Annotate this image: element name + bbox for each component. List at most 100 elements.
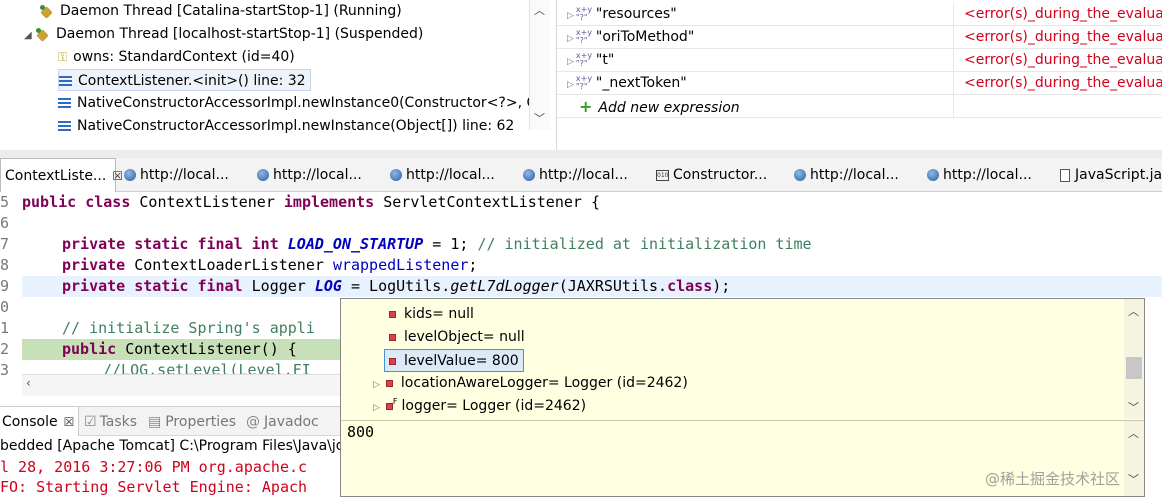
scrollbar-thumb[interactable] — [1126, 357, 1142, 379]
thread-row-suspended[interactable]: ◢ Daemon Thread [localhost-startStop-1] (… — [24, 23, 423, 45]
thread-label: Daemon Thread [localhost-startStop-1] (S… — [56, 26, 424, 42]
expression-value: <error(s)_during_the_evaluatio — [953, 72, 1162, 95]
variable-row[interactable]: kids= null — [389, 303, 474, 326]
globe-icon — [523, 169, 535, 181]
globe-icon — [124, 169, 136, 181]
properties-icon: ▤ — [148, 414, 162, 430]
scroll-down-icon[interactable]: ﹀ — [534, 110, 545, 126]
tab-http-5[interactable]: http://local... — [790, 158, 899, 192]
private-field-icon — [385, 379, 393, 387]
tab-http-2[interactable]: http://local... — [253, 158, 362, 192]
editor-horizontal-scrollbar[interactable]: ‹ — [22, 374, 340, 396]
tab-tasks[interactable]: ☑ Tasks — [84, 407, 137, 437]
watch-expression-icon: x+y "?" — [575, 5, 593, 22]
code-line: private static final Logger LOG = LogUti… — [62, 277, 731, 295]
tab-javadoc[interactable]: @ Javadoc — [246, 407, 319, 437]
view-divider[interactable] — [0, 150, 1162, 158]
close-icon[interactable]: ☒ — [64, 415, 75, 429]
monitor-label: owns: StandardContext (id=40) — [73, 49, 295, 65]
console-line: FO: Starting Servlet Engine: Apach — [0, 478, 308, 496]
collapsed-twisty-icon[interactable]: ▷ — [373, 380, 380, 390]
popup-divider[interactable] — [341, 420, 1144, 421]
add-icon: + — [579, 97, 593, 116]
scroll-left-icon[interactable]: ‹ — [26, 376, 31, 390]
final-field-icon — [385, 402, 393, 410]
watch-expression-icon: x+y "?" — [575, 51, 593, 68]
private-field-icon — [389, 333, 396, 341]
console-output[interactable]: bedded [Apache Tomcat] C:\Program Files\… — [0, 436, 345, 497]
variable-row[interactable]: levelObject= null — [389, 326, 525, 349]
tab-console[interactable]: Console ☒ — [0, 407, 80, 437]
final-marker: F — [392, 397, 398, 406]
tab-properties[interactable]: ▤ Properties — [148, 407, 236, 437]
tab-http-4[interactable]: http://local... — [519, 158, 628, 192]
stack-frame-icon — [58, 120, 71, 132]
monitor-row[interactable]: ⚿ owns: StandardContext (id=40) — [58, 46, 295, 68]
value-detail[interactable]: 800 — [347, 423, 374, 441]
stack-frame-label: ContextListener.<init>() line: 32 — [78, 73, 306, 89]
stack-frame[interactable]: NativeConstructorAccessorImpl.newInstanc… — [58, 92, 550, 114]
expanded-twisty-icon[interactable]: ◢ — [24, 25, 36, 47]
expression-row[interactable]: ▷x+y "?" "_nextToken" <error(s)_during_the… — [557, 72, 1162, 95]
variable-row-selected[interactable]: levelValue= 800 — [384, 349, 524, 372]
code-line: public ContextListener() { — [62, 340, 297, 358]
line-number: 1 — [0, 319, 10, 337]
line-number: 5 — [0, 193, 10, 211]
line-number: 7 — [0, 235, 10, 253]
collapsed-twisty-icon[interactable]: ▷ — [567, 80, 574, 90]
thread-label: Daemon Thread [Catalina-startStop-1] (Ru… — [60, 3, 402, 19]
expression-value: <error(s)_during_the_evaluatio — [953, 26, 1162, 49]
monitor-key-icon: ⚿ — [58, 50, 68, 64]
line-number: 2 — [0, 340, 10, 358]
scroll-up-icon[interactable]: ︿ — [1128, 303, 1139, 319]
collapsed-twisty-icon[interactable]: ▷ — [567, 11, 574, 21]
collapsed-twisty-icon[interactable]: ▷ — [373, 403, 380, 413]
expression-name: "t" — [595, 52, 615, 68]
expressions-view: ▷x+y "?" "resources" <error(s)_during_the_… — [556, 0, 1162, 150]
scroll-up-icon[interactable]: ︿ — [534, 2, 545, 18]
code-line: // initialize Spring's appli — [62, 319, 315, 337]
tab-http-3[interactable]: http://local... — [386, 158, 495, 192]
scroll-down-icon[interactable]: ﹀ — [1128, 399, 1139, 415]
empty-value-cell — [953, 95, 964, 118]
stack-frame-label: NativeConstructorAccessorImpl.newInstanc… — [77, 95, 550, 111]
tab-contextlistener[interactable]: ContextListe... ☒ — [0, 158, 123, 192]
running-thread-icon — [40, 5, 54, 17]
scroll-up-icon[interactable]: ︿ — [1128, 425, 1139, 441]
expression-name: "oriToMethod" — [595, 29, 695, 45]
add-expression-label: Add new expression — [598, 100, 740, 116]
debug-scrollbar[interactable]: ︿ ﹀ — [529, 0, 550, 130]
expression-row[interactable]: ▷x+y "?" "resources" <error(s)_during_the_… — [557, 3, 1162, 26]
globe-icon — [390, 169, 402, 181]
watch-expression-icon: x+y "?" — [575, 28, 593, 45]
watch-expression-icon: x+y "?" — [575, 74, 593, 91]
detail-scrollbar[interactable]: ︿ ﹀ — [1124, 421, 1144, 496]
add-expression-row[interactable]: + Add new expression — [557, 95, 1162, 118]
tab-http-1[interactable]: http://local... — [120, 158, 229, 192]
scroll-down-icon[interactable]: ﹀ — [1128, 471, 1139, 487]
tab-constructor[interactable]: 010 Constructor... — [652, 158, 767, 192]
thread-row-running[interactable]: Daemon Thread [Catalina-startStop-1] (Ru… — [40, 0, 402, 22]
collapsed-twisty-icon[interactable]: ▷ — [567, 34, 574, 44]
expression-row[interactable]: ▷x+y "?" "oriToMethod" <error(s)_during_th… — [557, 26, 1162, 49]
stack-frame-selected[interactable]: ContextListener.<init>() line: 32 — [58, 69, 311, 91]
tab-javascript[interactable]: JavaScript.java — [1056, 158, 1162, 192]
console-tab-bar: Console ☒ ☑ Tasks ▤ Properties @ Javadoc — [0, 406, 345, 437]
code-line: public class ContextListener implements … — [22, 193, 600, 211]
variable-row[interactable]: ▷F logger= Logger (id=2462) — [373, 395, 586, 418]
line-number: 0 — [0, 298, 10, 316]
class-file-icon: 010 — [656, 169, 669, 181]
variable-row[interactable]: ▷ locationAwareLogger= Logger (id=2462) — [373, 372, 688, 395]
expression-value: <error(s)_during_the_evaluatio — [953, 49, 1162, 72]
stack-frame[interactable]: NativeConstructorAccessorImpl.newInstanc… — [58, 115, 514, 137]
expression-name: "resources" — [595, 6, 677, 22]
popup-scrollbar[interactable]: ︿ ﹀ — [1124, 299, 1144, 419]
tab-http-6[interactable]: http://local... — [923, 158, 1032, 192]
expression-row[interactable]: ▷x+y "?" "t" <error(s)_during_the_evaluati… — [557, 49, 1162, 72]
line-number: 3 — [0, 361, 10, 379]
code-line: private static final int LOAD_ON_STARTUP… — [62, 235, 812, 253]
expression-value: <error(s)_during_the_evaluatio — [953, 3, 1162, 26]
private-field-icon — [389, 357, 396, 365]
globe-icon — [794, 169, 806, 181]
collapsed-twisty-icon[interactable]: ▷ — [567, 57, 574, 67]
